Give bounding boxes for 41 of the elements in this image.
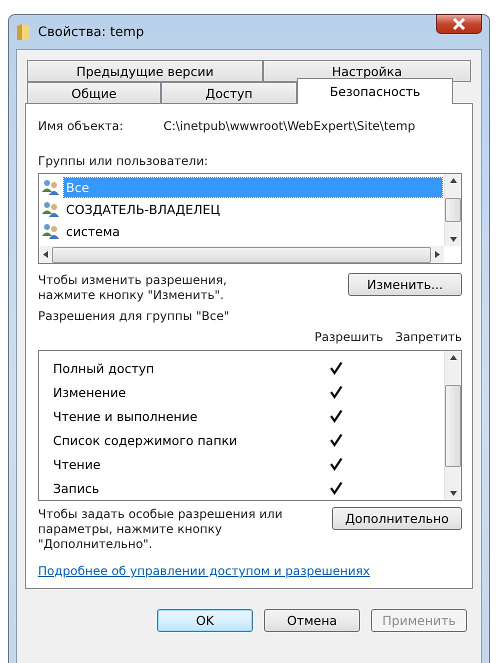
scrollbar[interactable] <box>444 174 461 246</box>
advanced-hint: Чтобы задать особые разрешения или параметры, нажмите кнопку "Дополнительно". <box>38 507 283 552</box>
scroll-up-icon[interactable] <box>450 178 456 183</box>
folder-icon <box>16 23 30 41</box>
permission-name: Изменение <box>53 384 127 400</box>
dialog-button[interactable]: OK <box>157 609 253 632</box>
column-header: Разрешить <box>314 330 384 345</box>
permission-name: Полный доступ <box>53 360 156 376</box>
users-icon <box>41 223 61 239</box>
horizontal-scrollbar[interactable] <box>39 246 444 263</box>
close-icon <box>452 18 466 30</box>
change-hint: Чтобы изменить разрешения, нажмите кнопку "Изменить". <box>38 273 227 303</box>
tab[interactable]: Безопасность <box>297 78 453 104</box>
scroll-down-icon[interactable] <box>450 491 456 496</box>
tab[interactable]: Предыдущие версии <box>27 60 263 82</box>
user-item[interactable]: система <box>64 222 442 240</box>
object-label: Имя объекта: <box>38 119 124 134</box>
tab[interactable]: Общие <box>27 82 161 104</box>
permission-name: Запись <box>53 480 100 496</box>
column-header: Запретить <box>395 330 462 345</box>
help-link[interactable]: Подробнее об управлении доступом и разрешениях <box>38 564 462 578</box>
user-item[interactable]: СОЗДАТЕЛЬ-ВЛАДЕЛЕЦ <box>64 200 442 218</box>
scroll-down-icon[interactable] <box>450 237 456 242</box>
scroll-left-icon[interactable] <box>43 251 48 258</box>
scroll-up-icon[interactable] <box>450 355 456 360</box>
users-icon <box>41 179 61 195</box>
scroll-right-icon[interactable] <box>435 251 440 258</box>
permission-name: Список содержимого папки <box>53 432 238 448</box>
dialog-button[interactable]: Отмена <box>264 609 360 632</box>
permission-name: Чтение <box>53 456 102 472</box>
tab[interactable]: Доступ <box>161 82 297 104</box>
permission-name: Чтение и выполнение <box>53 408 198 424</box>
window-title: Свойства: temp <box>38 24 144 40</box>
permissions-label: Разрешения для группы "Все" <box>38 309 230 324</box>
users-icon <box>41 201 61 217</box>
close-button[interactable] <box>436 14 482 34</box>
groups-label: Группы или пользователи: <box>38 154 210 169</box>
scrollbar[interactable] <box>444 351 461 500</box>
object-path: C:\inetpub\wwwroot\WebExpert\Site\temp <box>163 119 416 134</box>
advanced-button[interactable]: Дополнительно <box>332 507 462 530</box>
change-button[interactable]: Изменить... <box>348 273 462 296</box>
